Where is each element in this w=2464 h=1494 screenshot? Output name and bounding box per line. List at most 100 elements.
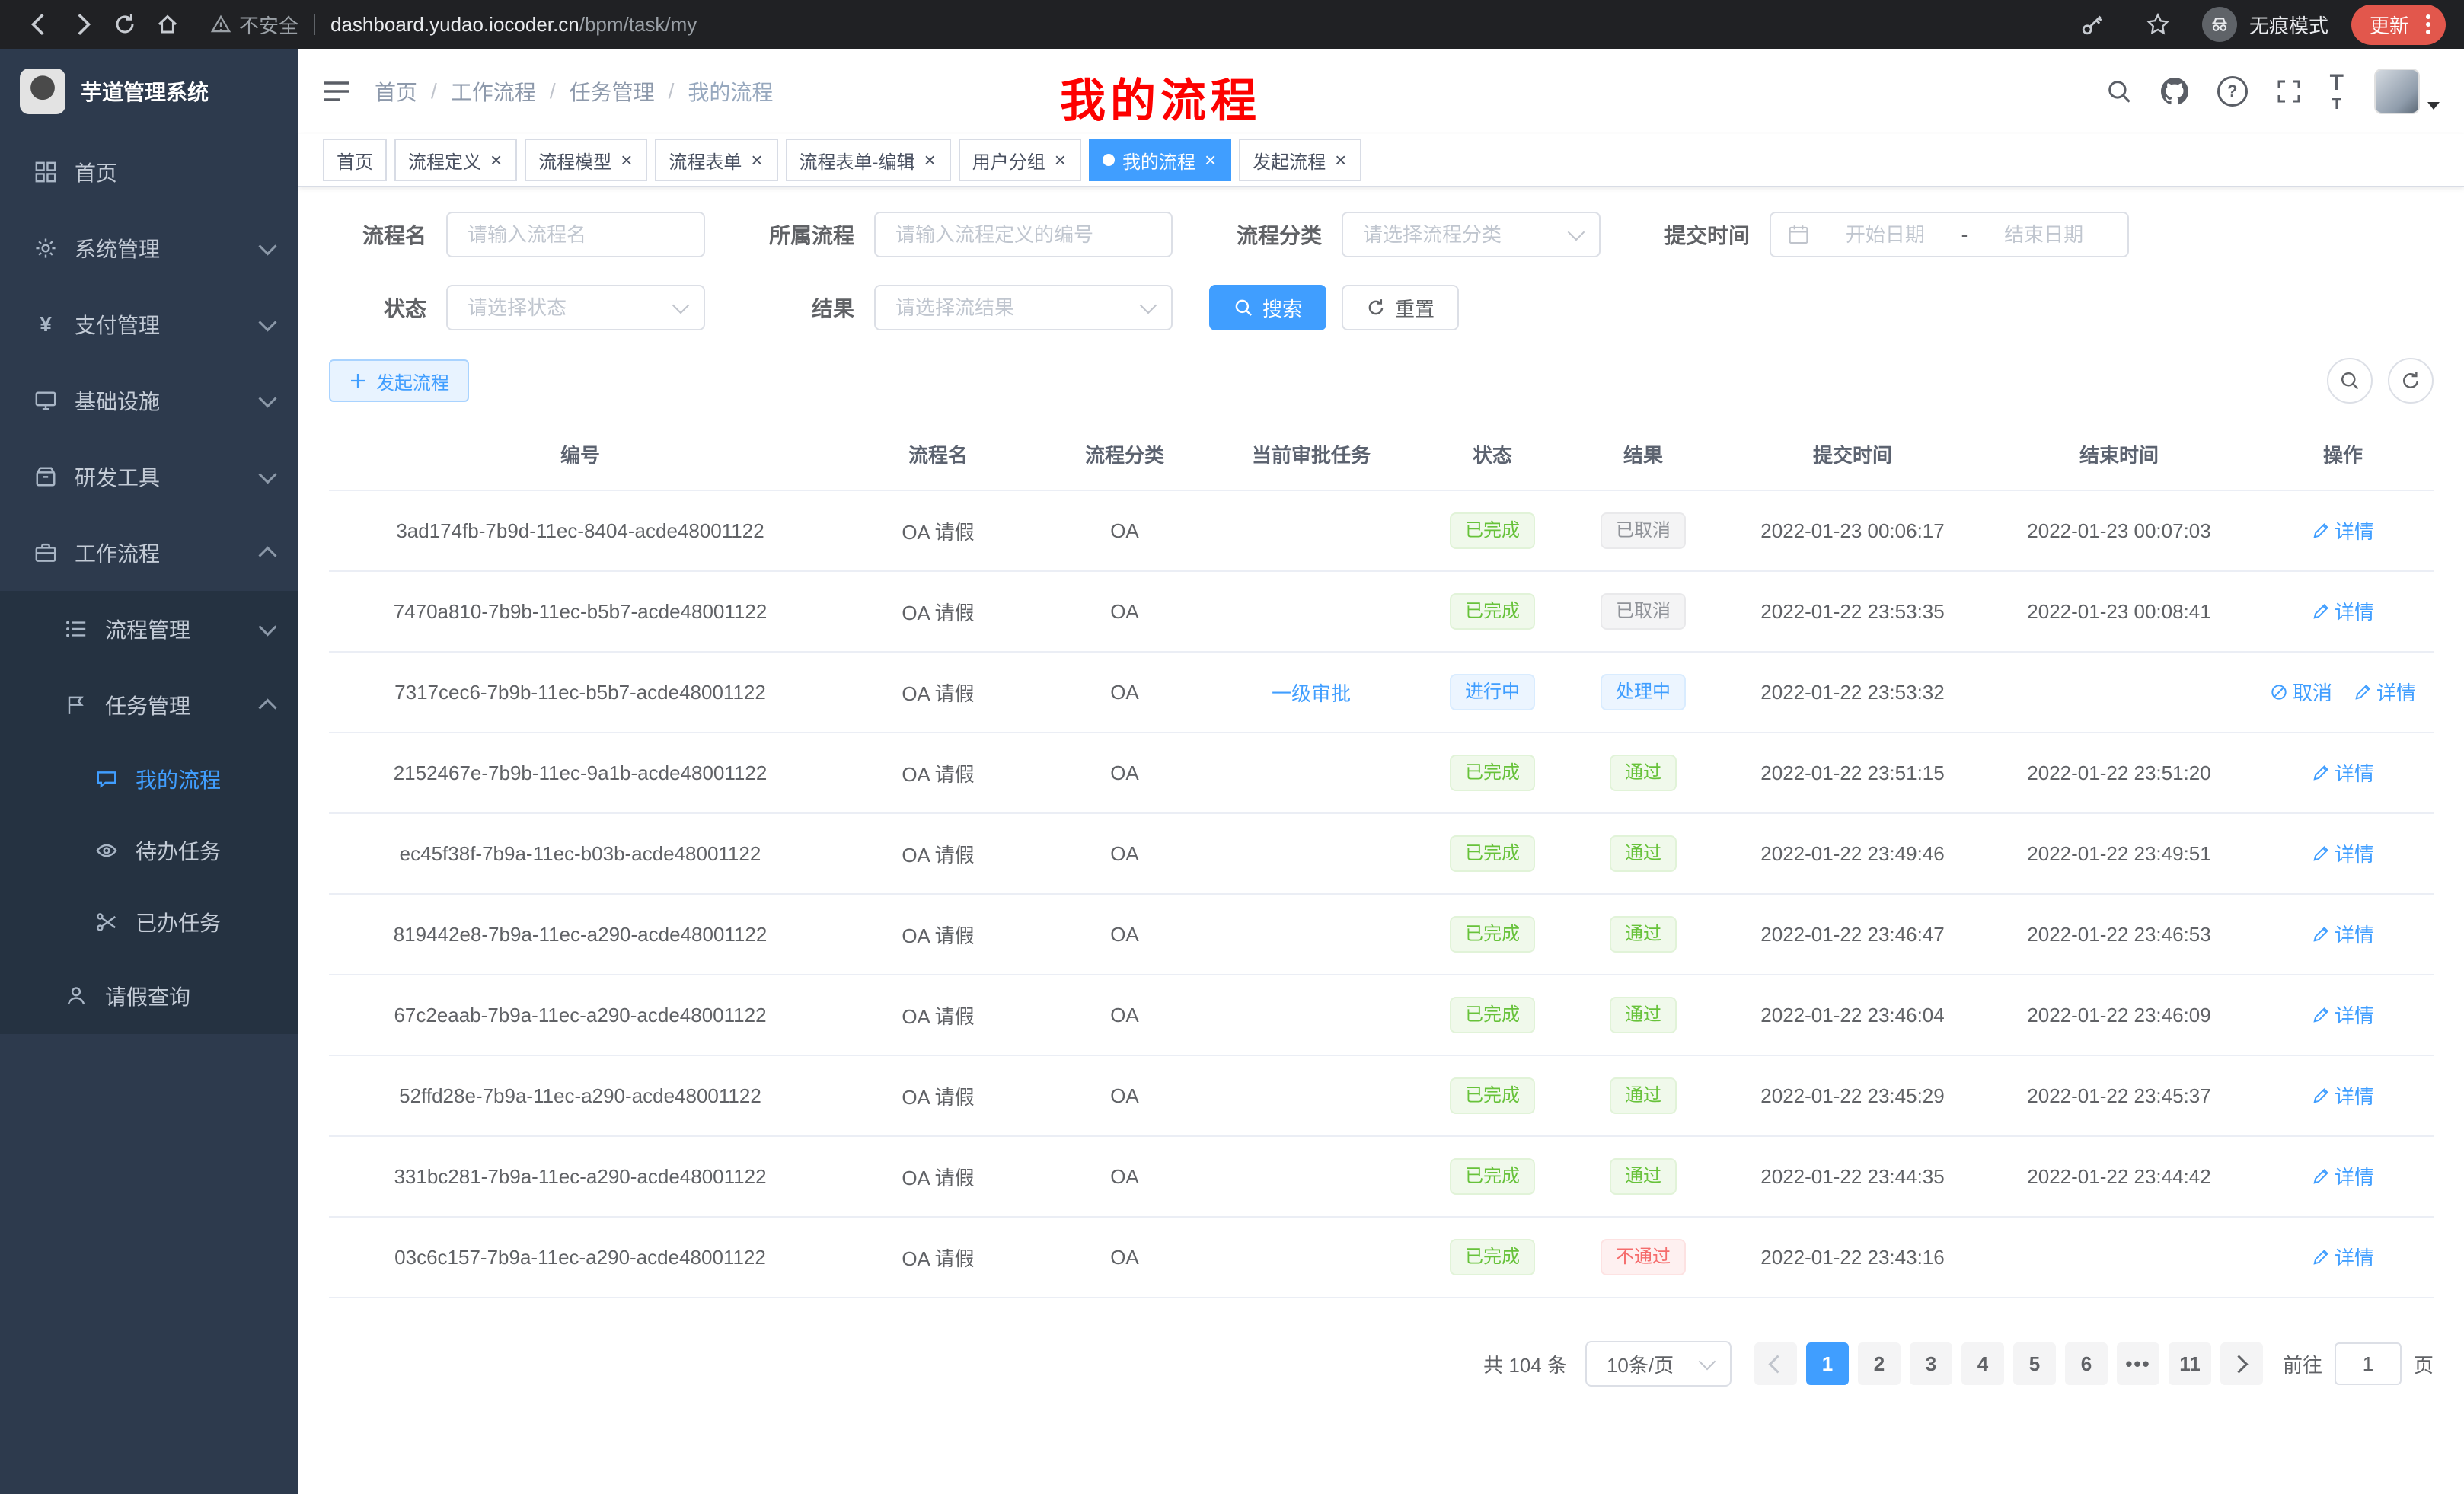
sidebar-item-done-tasks[interactable]: 已办任务: [0, 886, 298, 958]
cell-result: 已取消: [1567, 490, 1719, 571]
tab-发起流程[interactable]: 发起流程×: [1239, 139, 1361, 181]
browser-update-button[interactable]: 更新: [2351, 5, 2446, 45]
page-size-value[interactable]: [1604, 1351, 1692, 1377]
tab-我的流程[interactable]: 我的流程×: [1089, 139, 1231, 181]
category-select[interactable]: [1342, 212, 1601, 257]
cell-category: OA: [1045, 1217, 1205, 1298]
cell-process-name: OA 请假: [831, 975, 1045, 1055]
result-badge: 处理中: [1601, 674, 1686, 710]
process-definition-input[interactable]: [892, 222, 1154, 248]
detail-action-link[interactable]: 详情: [2312, 920, 2374, 948]
detail-action-link[interactable]: 详情: [2312, 1243, 2374, 1271]
result-select[interactable]: [874, 285, 1173, 330]
breadcrumb-item[interactable]: 首页: [375, 76, 417, 107]
detail-action-link[interactable]: 详情: [2312, 597, 2374, 625]
detail-action-link[interactable]: 详情: [2312, 758, 2374, 787]
pager-jump-input[interactable]: [2335, 1342, 2402, 1385]
tab-close-icon[interactable]: ×: [1053, 150, 1068, 170]
avatar[interactable]: [2374, 69, 2420, 114]
tab-close-icon[interactable]: ×: [489, 150, 503, 170]
detail-action-link[interactable]: 详情: [2354, 678, 2416, 706]
process-name-input[interactable]: [464, 222, 687, 248]
detail-action-link[interactable]: 详情: [2312, 839, 2374, 867]
sidebar-item-payment-management[interactable]: ¥ 支付管理: [0, 286, 298, 362]
cell-status: 进行中: [1418, 652, 1567, 733]
sidebar-item-task-management[interactable]: 任务管理: [0, 667, 298, 743]
pager-page-2[interactable]: 2: [1858, 1342, 1901, 1385]
github-icon[interactable]: [2161, 78, 2188, 105]
pager-next-button[interactable]: [2220, 1342, 2263, 1385]
reset-button[interactable]: 重置: [1342, 285, 1459, 330]
start-date-input[interactable]: [1818, 222, 1952, 248]
pager-more-button[interactable]: •••: [2117, 1342, 2159, 1385]
pager-page-11[interactable]: 11: [2169, 1342, 2211, 1385]
fullscreen-icon[interactable]: [2277, 79, 2301, 104]
cell-result: 已取消: [1567, 571, 1719, 652]
help-icon[interactable]: ?: [2217, 76, 2248, 107]
sidebar-item-my-process[interactable]: 我的流程: [0, 743, 298, 815]
hamburger-icon[interactable]: [323, 79, 350, 104]
search-button[interactable]: 搜索: [1209, 285, 1326, 330]
app-logo[interactable]: 芋道管理系统: [0, 49, 298, 134]
detail-action-link[interactable]: 详情: [2312, 1001, 2374, 1029]
sidebar-item-todo-tasks[interactable]: 待办任务: [0, 815, 298, 886]
chevron-up-icon: [258, 698, 276, 717]
font-size-icon[interactable]: TT: [2330, 70, 2345, 113]
filter-label-submit-time: 提交时间: [1637, 219, 1750, 250]
category-select-input[interactable]: [1360, 222, 1561, 248]
result-select-input[interactable]: [892, 295, 1133, 321]
password-key-icon[interactable]: [2071, 3, 2114, 46]
status-select[interactable]: [446, 285, 705, 330]
detail-action-link[interactable]: 详情: [2312, 516, 2374, 544]
toggle-search-button[interactable]: [2327, 358, 2373, 404]
pager-page-5[interactable]: 5: [2013, 1342, 2056, 1385]
address-bar[interactable]: 不安全 dashboard.yudao.iocoder.cn/bpm/task/…: [210, 11, 697, 39]
submit-time-range-picker[interactable]: -: [1770, 212, 2129, 257]
search-icon[interactable]: [2106, 78, 2132, 104]
sidebar-item-infrastructure[interactable]: 基础设施: [0, 362, 298, 439]
pager-page-4[interactable]: 4: [1961, 1342, 2004, 1385]
breadcrumb-item[interactable]: 工作流程: [451, 76, 536, 107]
pager-page-1[interactable]: 1: [1806, 1342, 1849, 1385]
detail-action-link[interactable]: 详情: [2312, 1162, 2374, 1190]
browser-back-button[interactable]: [18, 3, 61, 46]
tab-close-icon[interactable]: ×: [923, 150, 937, 170]
current-task-link[interactable]: 一级审批: [1272, 678, 1351, 707]
pager-prev-button[interactable]: [1754, 1342, 1797, 1385]
start-process-button[interactable]: 发起流程: [329, 359, 469, 402]
page-size-select[interactable]: [1585, 1341, 1732, 1387]
tab-流程定义[interactable]: 流程定义×: [394, 139, 517, 181]
breadcrumb-item[interactable]: 任务管理: [570, 76, 655, 107]
browser-forward-button[interactable]: [61, 3, 104, 46]
tab-流程模型[interactable]: 流程模型×: [525, 139, 647, 181]
column-header-actions: 操作: [2252, 419, 2434, 490]
tab-流程表单-编辑[interactable]: 流程表单-编辑×: [786, 139, 951, 181]
sidebar-item-dev-tools[interactable]: 研发工具: [0, 439, 298, 515]
browser-home-button[interactable]: [146, 3, 189, 46]
sidebar-item-home[interactable]: 首页: [0, 134, 298, 210]
sidebar-item-leave-query[interactable]: 请假查询: [0, 958, 298, 1034]
sidebar-item-process-management[interactable]: 流程管理: [0, 591, 298, 667]
browser-menu-icon[interactable]: [2421, 14, 2435, 34]
status-select-input[interactable]: [464, 295, 665, 321]
end-date-input[interactable]: [1977, 222, 2111, 248]
tab-首页[interactable]: 首页: [323, 139, 387, 181]
tab-close-icon[interactable]: ×: [619, 150, 634, 170]
cancel-action-link[interactable]: 取消: [2270, 678, 2332, 706]
eye-icon: [94, 838, 119, 863]
tab-用户分组[interactable]: 用户分组×: [959, 139, 1081, 181]
browser-reload-button[interactable]: [104, 3, 146, 46]
tab-流程表单[interactable]: 流程表单×: [655, 139, 777, 181]
tab-close-icon[interactable]: ×: [1203, 150, 1218, 170]
tab-close-icon[interactable]: ×: [1333, 150, 1348, 170]
pager-page-6[interactable]: 6: [2065, 1342, 2108, 1385]
bookmark-star-icon[interactable]: [2137, 3, 2179, 46]
tab-close-icon[interactable]: ×: [749, 150, 764, 170]
sidebar-item-workflow[interactable]: 工作流程: [0, 515, 298, 591]
sidebar-item-system-management[interactable]: 系统管理: [0, 210, 298, 286]
refresh-table-button[interactable]: [2388, 358, 2434, 404]
cell-status: 已完成: [1418, 571, 1567, 652]
pager-page-3[interactable]: 3: [1910, 1342, 1952, 1385]
detail-action-link[interactable]: 详情: [2312, 1081, 2374, 1109]
user-menu[interactable]: [2374, 69, 2440, 114]
